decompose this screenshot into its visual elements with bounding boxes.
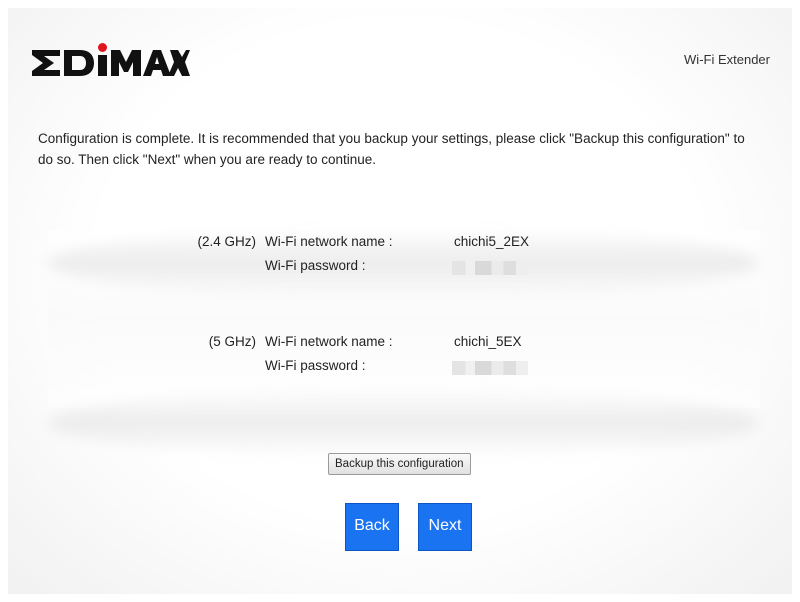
- product-label: Wi-Fi Extender: [684, 52, 770, 67]
- backup-configuration-button[interactable]: Backup this configuration: [328, 453, 471, 475]
- password-value-2g-masked: [452, 261, 528, 275]
- network-name-value-2g: chichi5_2EX: [454, 234, 530, 249]
- background-wave-bottom: [48, 388, 758, 458]
- password-value-5g-masked: [452, 361, 528, 375]
- completion-message: Configuration is complete. It is recomme…: [38, 131, 745, 167]
- back-button[interactable]: Back: [345, 503, 399, 551]
- next-button[interactable]: Next: [418, 503, 472, 551]
- network-name-label-5g: Wi-Fi network name :: [265, 334, 393, 349]
- band-label-2g: (2.4 GHz): [197, 234, 256, 249]
- password-label-5g: Wi-Fi password :: [265, 358, 366, 373]
- band-label-5g: (5 GHz): [208, 334, 256, 349]
- edimax-logo: [32, 43, 190, 76]
- password-label-2g: Wi-Fi password :: [265, 258, 366, 273]
- network-name-label-2g: Wi-Fi network name :: [265, 234, 393, 249]
- network-name-value-5g: chichi_5EX: [454, 334, 522, 349]
- background-wave-top: [48, 228, 758, 298]
- page-container: Wi-Fi Extender Configuration is complete…: [8, 8, 792, 594]
